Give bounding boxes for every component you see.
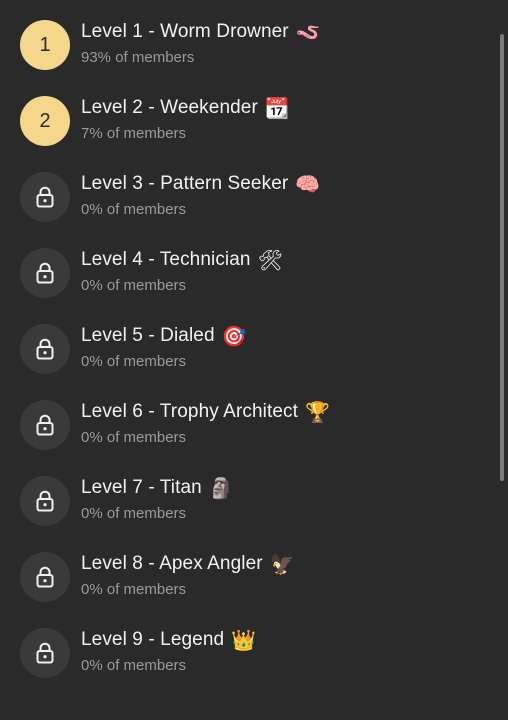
level-row-8[interactable]: Level 8 - Apex Angler 🦅 0% of members — [0, 539, 508, 615]
level-members-percent: 0% of members — [81, 429, 187, 446]
eagle-icon: 🦅 — [269, 552, 295, 576]
trophy-icon: 🏆 — [304, 400, 330, 424]
level-title: Level 1 - Worm Drowner — [81, 21, 289, 42]
lock-icon — [35, 642, 55, 664]
level-title: Level 4 - Technician — [81, 249, 251, 270]
level-title-line: Level 6 - Trophy Architect 🏆 — [81, 399, 330, 425]
moai-icon: 🗿 — [208, 476, 234, 500]
level-members-percent: 0% of members — [81, 657, 187, 674]
locked-badge — [20, 324, 70, 374]
tools-icon: 🛠 — [257, 248, 283, 272]
lock-icon — [35, 414, 55, 436]
level-title-line: Level 1 - Worm Drowner 🪱 — [81, 19, 321, 45]
level-title-line: Level 3 - Pattern Seeker 🧠 — [81, 171, 320, 197]
level-number-badge: 2 — [20, 96, 70, 146]
levels-list: 1 Level 1 - Worm Drowner 🪱 93% of member… — [0, 7, 508, 691]
locked-badge — [20, 476, 70, 526]
level-text: Level 9 - Legend 👑 0% of members — [81, 627, 256, 674]
level-title: Level 2 - Weekender — [81, 97, 258, 118]
crown-icon: 👑 — [231, 628, 257, 652]
level-title: Level 7 - Titan — [81, 477, 202, 498]
locked-badge — [20, 628, 70, 678]
level-text: Level 5 - Dialed 🎯 0% of members — [81, 323, 247, 370]
lock-icon — [35, 186, 55, 208]
level-title-line: Level 2 - Weekender 📆 — [81, 95, 290, 121]
lock-icon — [35, 490, 55, 512]
level-text: Level 4 - Technician 🛠 0% of members — [81, 247, 283, 294]
level-members-percent: 0% of members — [81, 581, 187, 598]
level-text: Level 1 - Worm Drowner 🪱 93% of members — [81, 19, 321, 66]
level-members-percent: 0% of members — [81, 201, 187, 218]
level-row-4[interactable]: Level 4 - Technician 🛠 0% of members — [0, 235, 508, 311]
worm-icon: 🪱 — [295, 20, 321, 44]
level-row-1[interactable]: 1 Level 1 - Worm Drowner 🪱 93% of member… — [0, 7, 508, 83]
level-title: Level 9 - Legend — [81, 629, 225, 650]
level-row-2[interactable]: 2 Level 2 - Weekender 📆 7% of members — [0, 83, 508, 159]
level-members-percent: 93% of members — [81, 49, 195, 66]
level-text: Level 3 - Pattern Seeker 🧠 0% of members — [81, 171, 320, 218]
target-icon: 🎯 — [221, 324, 247, 348]
locked-badge — [20, 552, 70, 602]
brain-icon: 🧠 — [295, 172, 321, 196]
level-title: Level 3 - Pattern Seeker — [81, 173, 289, 194]
level-title-line: Level 5 - Dialed 🎯 — [81, 323, 247, 349]
level-title: Level 8 - Apex Angler — [81, 553, 263, 574]
locked-badge — [20, 248, 70, 298]
level-text: Level 6 - Trophy Architect 🏆 0% of membe… — [81, 399, 330, 446]
scrollbar[interactable] — [500, 34, 504, 481]
level-title-line: Level 9 - Legend 👑 — [81, 627, 256, 653]
level-members-percent: 0% of members — [81, 505, 187, 522]
level-row-3[interactable]: Level 3 - Pattern Seeker 🧠 0% of members — [0, 159, 508, 235]
level-row-9[interactable]: Level 9 - Legend 👑 0% of members — [0, 615, 508, 691]
level-title-line: Level 8 - Apex Angler 🦅 — [81, 551, 295, 577]
level-members-percent: 0% of members — [81, 277, 187, 294]
level-title-line: Level 4 - Technician 🛠 — [81, 247, 283, 273]
level-members-percent: 7% of members — [81, 125, 187, 142]
level-text: Level 7 - Titan 🗿 0% of members — [81, 475, 234, 522]
level-title-line: Level 7 - Titan 🗿 — [81, 475, 234, 501]
level-number: 1 — [39, 33, 51, 56]
level-members-percent: 0% of members — [81, 353, 187, 370]
locked-badge — [20, 400, 70, 450]
lock-icon — [35, 566, 55, 588]
level-number: 2 — [39, 109, 51, 132]
level-title: Level 5 - Dialed — [81, 325, 215, 346]
level-text: Level 2 - Weekender 📆 7% of members — [81, 95, 290, 142]
level-text: Level 8 - Apex Angler 🦅 0% of members — [81, 551, 295, 598]
calendar-icon: 📆 — [264, 96, 290, 120]
level-title: Level 6 - Trophy Architect — [81, 401, 298, 422]
lock-icon — [35, 262, 55, 284]
locked-badge — [20, 172, 70, 222]
level-row-7[interactable]: Level 7 - Titan 🗿 0% of members — [0, 463, 508, 539]
level-row-6[interactable]: Level 6 - Trophy Architect 🏆 0% of membe… — [0, 387, 508, 463]
level-number-badge: 1 — [20, 20, 70, 70]
lock-icon — [35, 338, 55, 360]
level-row-5[interactable]: Level 5 - Dialed 🎯 0% of members — [0, 311, 508, 387]
